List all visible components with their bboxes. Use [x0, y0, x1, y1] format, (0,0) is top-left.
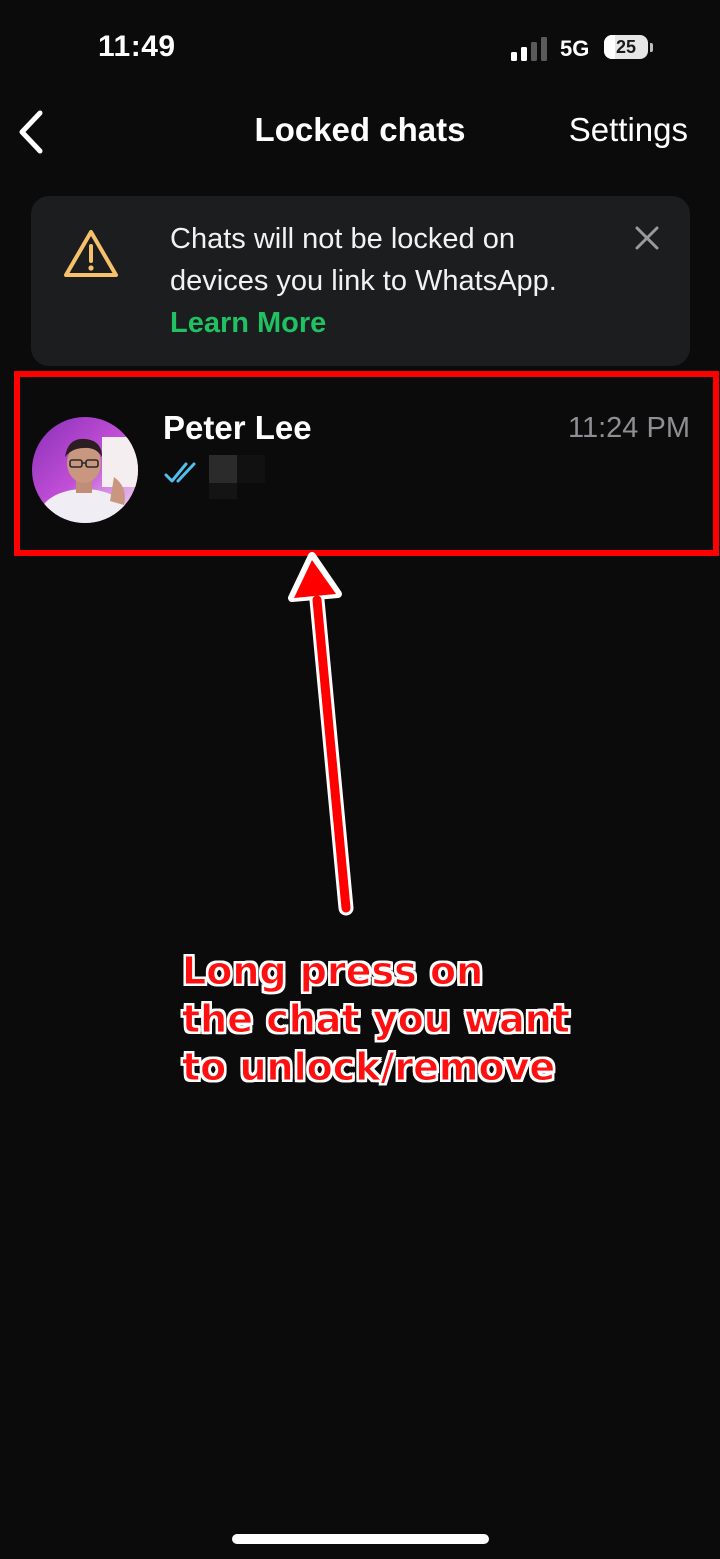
chat-timestamp: 11:24 PM [568, 412, 690, 444]
status-time: 11:49 [98, 30, 176, 63]
signal-icon [511, 37, 547, 61]
close-icon[interactable] [632, 223, 662, 253]
annotation-line-1: Long press on [182, 949, 484, 994]
warning-triangle-icon [64, 230, 118, 277]
banner-line-1: Chats will not be locked on [170, 223, 515, 255]
message-preview-redacted [209, 455, 237, 483]
message-preview-redacted-part [209, 483, 237, 499]
annotation-line-2: the chat you want [182, 997, 571, 1042]
double-check-icon [164, 462, 196, 483]
banner-message: Chats will not be locked on devices you … [170, 218, 640, 344]
home-indicator[interactable] [232, 1534, 489, 1544]
banner-line-2: devices you link to WhatsApp. [170, 265, 557, 297]
avatar-photo [32, 417, 138, 523]
navigation-bar: Locked chats Settings [0, 95, 720, 170]
message-preview-redacted-part [237, 455, 265, 483]
annotation-text: Long press on the chat you want to unloc… [182, 947, 571, 1091]
battery-level: 25 [615, 37, 637, 57]
status-bar: 11:49 5G 25 [0, 0, 720, 95]
battery-icon: 25 [604, 35, 654, 61]
learn-more-link[interactable]: Learn More [170, 302, 640, 344]
info-banner: Chats will not be locked on devices you … [31, 196, 690, 366]
settings-button[interactable]: Settings [569, 111, 688, 149]
chat-name: Peter Lee [163, 409, 312, 446]
avatar[interactable] [32, 417, 138, 523]
annotation-line-3: to unlock/remove [182, 1045, 556, 1090]
network-type: 5G [560, 36, 590, 61]
